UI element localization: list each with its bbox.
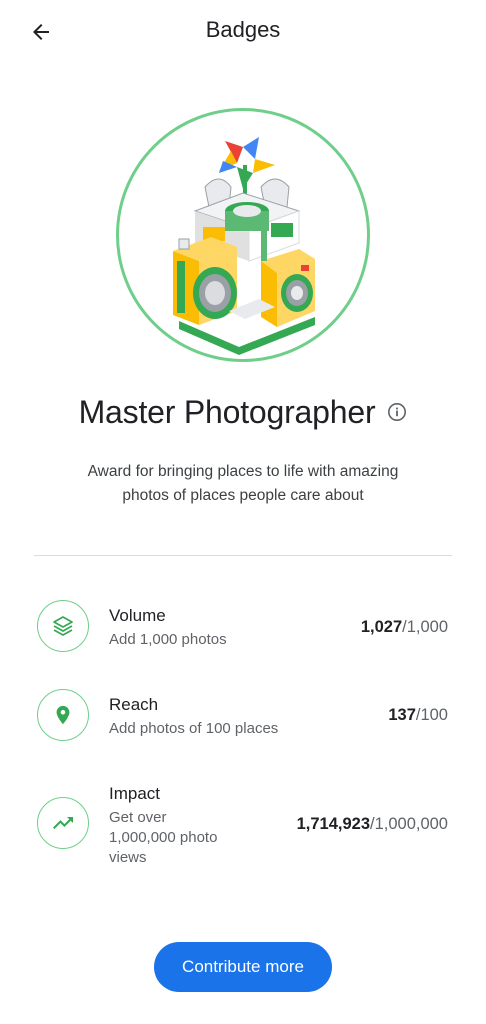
criterion-description-line: 1,000,000 photo xyxy=(109,829,218,846)
badge-description: Award for bringing places to life with a… xyxy=(87,463,399,504)
criterion-description: Get over 1,000,000 photo views xyxy=(109,808,217,868)
progress-target: /1,000 xyxy=(402,618,448,636)
progress-current: 1,027 xyxy=(360,618,403,636)
criterion-description-line: views xyxy=(109,849,147,866)
badge-image xyxy=(116,108,370,362)
badge-title-row: Master Photographer xyxy=(0,390,486,434)
criterion-name: Volume xyxy=(109,606,166,625)
criterion-description: Add photos of 100 places xyxy=(109,720,279,737)
criterion-description: Add 1,000 photos xyxy=(109,631,227,648)
progress-target: /100 xyxy=(415,706,448,724)
criterion-impact: Impact Get over 1,000,000 photo views 1,… xyxy=(0,778,486,870)
criterion-progress: 1,714,923/1,000,000 xyxy=(297,815,448,834)
app-bar: Badges xyxy=(0,0,486,64)
progress-current: 137 xyxy=(388,706,416,724)
criterion-icon-circle xyxy=(37,600,89,652)
criterion-icon-circle xyxy=(37,797,89,849)
progress-target: /1,000,000 xyxy=(370,815,448,833)
criterion-description-line: Get over xyxy=(109,809,167,826)
trending-up-icon xyxy=(53,817,73,829)
badge-title: Master Photographer xyxy=(78,393,376,430)
progress-current: 1,714,923 xyxy=(296,815,370,833)
location-pin-icon xyxy=(56,705,70,725)
criterion-progress: 1,027/1,000 xyxy=(361,618,448,637)
camera-badge-illustration xyxy=(173,137,315,355)
criterion-volume: Volume Add 1,000 photos 1,027/1,000 xyxy=(0,600,486,660)
criterion-name: Reach xyxy=(109,695,159,714)
info-icon[interactable] xyxy=(387,402,407,422)
divider xyxy=(34,555,452,556)
criterion-progress: 137/100 xyxy=(388,706,448,725)
criterion-reach: Reach Add photos of 100 places 137/100 xyxy=(0,689,486,749)
contribute-more-button[interactable]: Contribute more xyxy=(154,942,332,992)
criterion-name: Impact xyxy=(109,784,161,803)
criterion-icon-circle xyxy=(37,689,89,741)
layers-icon xyxy=(53,616,73,636)
page-title: Badges xyxy=(205,17,281,42)
